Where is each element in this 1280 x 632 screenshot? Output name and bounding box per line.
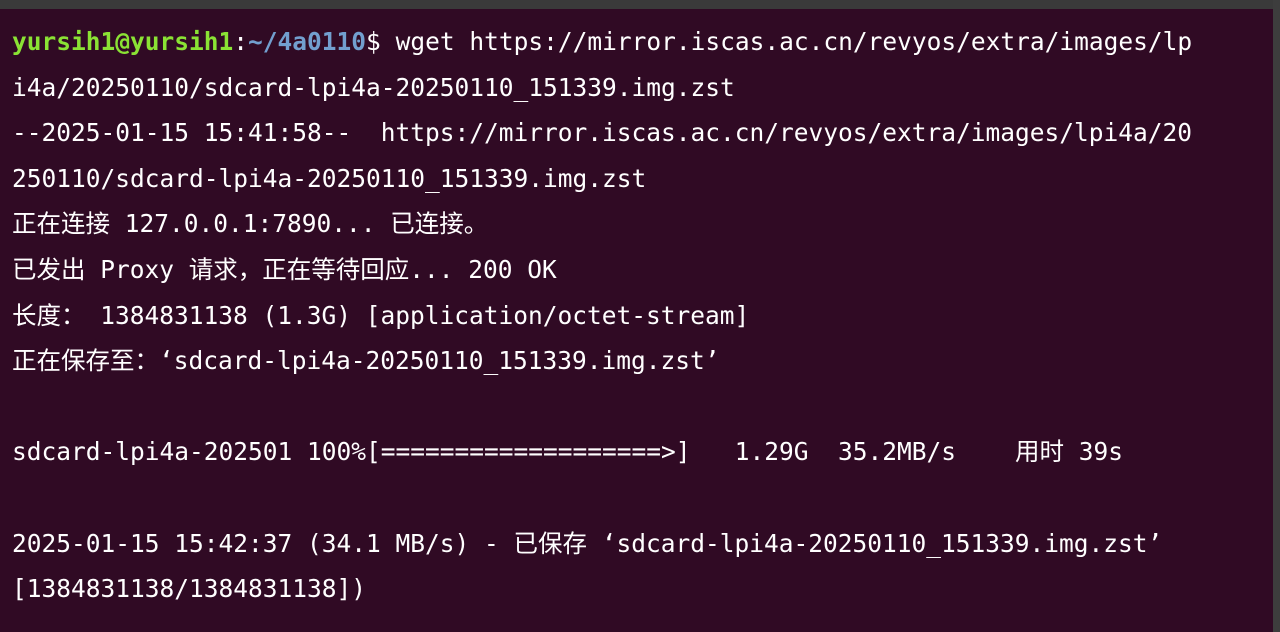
output-line: [1384831138/1384831138]) xyxy=(12,574,367,604)
progress-line: sdcard-lpi4a-202501 100%[===============… xyxy=(12,437,1124,467)
output-line: 2025-01-15 15:42:37 (34.1 MB/s) - 已保存 ‘s… xyxy=(12,528,1163,558)
output-line: --2025-01-15 15:41:58-- https://mirror.i… xyxy=(12,118,1193,148)
output-line: i4a/20250110/sdcard-lpi4a-20250110_15133… xyxy=(12,72,735,102)
output-line: 正在保存至：‘sdcard-lpi4a-20250110_151339.img.… xyxy=(12,346,720,376)
terminal-output[interactable]: yursih1@yursih1:~/4a0110$ wget https://m… xyxy=(12,19,1274,612)
terminal-window[interactable]: yursih1@yursih1:~/4a0110$ wget https://m… xyxy=(0,0,1280,632)
command-line: yursih1@yursih1:~/4a0110$ wget https://m… xyxy=(12,19,1274,65)
output-line: 已发出 Proxy 请求，正在等待回应... 200 OK xyxy=(12,254,557,284)
window-top-edge xyxy=(0,0,1280,9)
prompt-user-host: yursih1@yursih1 xyxy=(12,27,234,56)
scrollbar-track[interactable] xyxy=(1273,0,1280,632)
output-line: 长度： 1384831138 (1.3G) [application/octet… xyxy=(12,300,750,330)
prompt-symbol: $ xyxy=(366,27,396,56)
prompt-separator: : xyxy=(233,27,249,56)
output-line: 正在连接 127.0.0.1:7890... 已连接。 xyxy=(12,209,489,239)
output-line: 250110/sdcard-lpi4a-20250110_151339.img.… xyxy=(12,163,647,193)
command-text: wget https://mirror.iscas.ac.cn/revyos/e… xyxy=(395,27,1193,56)
prompt-path: ~/4a0110 xyxy=(248,27,367,56)
